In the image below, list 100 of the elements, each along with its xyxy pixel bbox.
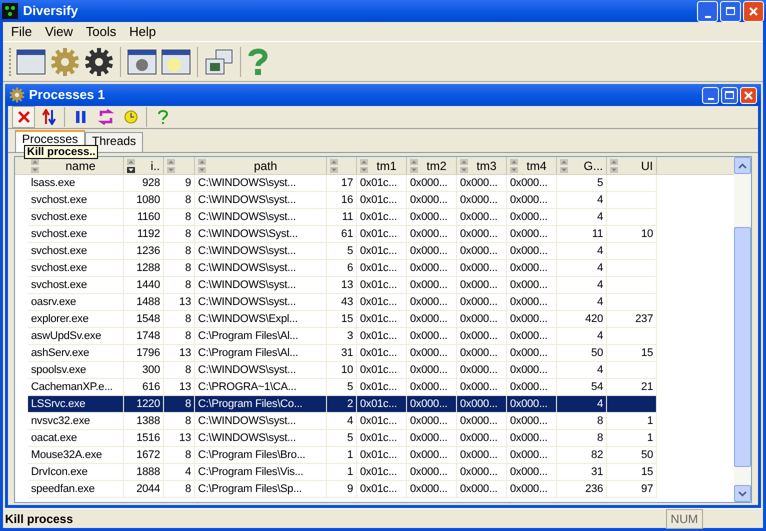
table-cell: 0x000... [457, 226, 507, 243]
table-row[interactable]: explorer.exe 1548 8 C:\WINDOWS\Expl... 15 0x01c... 0x000... 0x000... 0x000... 420 237 [15, 311, 734, 328]
column-header[interactable]: UI [607, 157, 657, 174]
scroll-down-button[interactable] [734, 485, 751, 502]
table-cell: spoolsv.exe [28, 362, 124, 379]
table-row[interactable]: svchost.exe 1080 8 C:\WINDOWS\syst... 16 0x01c... 0x000... 0x000... 0x000... 4 [15, 192, 734, 209]
maximize-button[interactable] [720, 0, 741, 22]
table-cell: C:\WINDOWS\syst... [195, 413, 327, 430]
table-cell: speedfan.exe [28, 481, 124, 498]
menu-item[interactable]: File [5, 22, 38, 42]
table-row[interactable]: oasrv.exe 1488 13 C:\WINDOWS\syst... 43 0x01c... 0x000... 0x000... 0x000... 4 [15, 294, 734, 311]
column-header[interactable]: G... [557, 157, 607, 174]
table-row[interactable]: nvsvc32.exe 1388 8 C:\WINDOWS\syst... 4 0x01c... 0x000... 0x000... 0x000... 8 1 [15, 413, 734, 430]
column-header[interactable]: tm3 [457, 157, 507, 174]
table-cell: 0x000... [407, 294, 457, 311]
table-row[interactable]: svchost.exe 1160 8 C:\WINDOWS\syst... 11 0x01c... 0x000... 0x000... 0x000... 4 [15, 209, 734, 226]
table-cell: 17 [327, 175, 357, 192]
table-cell: oasrv.exe [28, 294, 124, 311]
close-icon [744, 90, 753, 100]
table-cell: 0x000... [407, 243, 457, 260]
table-cell: 0x000... [507, 362, 557, 379]
table-row[interactable]: svchost.exe 1236 8 C:\WINDOWS\syst... 5 0x01c... 0x000... 0x000... 0x000... 4 [15, 243, 734, 260]
table-cell: C:\WINDOWS\syst... [195, 362, 327, 379]
table-cell: 0x000... [507, 260, 557, 277]
window-bulb-icon[interactable] [161, 48, 191, 76]
column-header[interactable]: tm2 [407, 157, 457, 174]
scroll-up-button[interactable] [734, 157, 751, 174]
table-cell: 0x000... [407, 192, 457, 209]
table-cell: 97 [607, 481, 657, 498]
table-cell: 4 [557, 209, 607, 226]
table-cell: 0x000... [457, 345, 507, 362]
column-header[interactable] [327, 157, 357, 174]
column-header[interactable]: name [28, 157, 124, 174]
table-cell: 0x000... [507, 311, 557, 328]
table-row[interactable]: svchost.exe 1192 8 C:\WINDOWS\Syst... 61 0x01c... 0x000... 0x000... 0x000... 11 10 [15, 226, 734, 243]
table-cell: 1236 [124, 243, 164, 260]
minimize-button[interactable] [697, 0, 718, 22]
table-cell: 1672 [124, 447, 164, 464]
table-cell: 1 [607, 430, 657, 447]
help-icon[interactable] [247, 46, 269, 76]
table-row[interactable]: spoolsv.exe 300 8 C:\WINDOWS\syst... 10 0x01c... 0x000... 0x000... 0x000... 4 [15, 362, 734, 379]
gear-icon[interactable] [84, 46, 114, 76]
table-row[interactable]: svchost.exe 1440 8 C:\WINDOWS\syst... 13 0x01c... 0x000... 0x000... 0x000... 4 [15, 277, 734, 294]
table-cell: 3 [327, 328, 357, 345]
table-cell: 5 [327, 430, 357, 447]
table-cell: nvsvc32.exe [28, 413, 124, 430]
table-cell: 10 [327, 362, 357, 379]
column-header[interactable]: tm4 [507, 157, 557, 174]
close-button[interactable] [743, 0, 764, 22]
menu-item[interactable]: View [38, 22, 79, 42]
table-cell: 237 [607, 311, 657, 328]
table-cell: 0x000... [507, 294, 557, 311]
column-header[interactable] [164, 157, 195, 174]
windows-icon[interactable] [204, 48, 234, 76]
scrollbar[interactable] [734, 157, 751, 502]
column-header[interactable]: i.. [124, 157, 164, 174]
minimize-button[interactable] [702, 86, 719, 104]
close-button[interactable] [740, 86, 757, 104]
table-cell: LSSrvc.exe [28, 396, 124, 413]
table-cell: 0x000... [407, 362, 457, 379]
column-header[interactable]: tm1 [357, 157, 407, 174]
table-cell: 0x01c... [357, 243, 407, 260]
window-gear-icon[interactable] [127, 48, 157, 76]
table-cell: Mouse32A.exe [28, 447, 124, 464]
table-row[interactable]: aswUpdSv.exe 1748 8 C:\Program Files\Al... 3 0x01c... 0x000... 0x000... 0x000... 4 [15, 328, 734, 345]
table-cell: 8 [164, 243, 195, 260]
table-cell: 0x000... [457, 243, 507, 260]
sort-icon[interactable] [31, 158, 39, 172]
table-cell: 13 [164, 345, 195, 362]
table-row[interactable]: lsass.exe 928 9 C:\WINDOWS\syst... 17 0x01c... 0x000... 0x000... 0x000... 5 [15, 175, 734, 192]
table-cell: 82 [557, 447, 607, 464]
table-cell: 0x000... [407, 175, 457, 192]
table-cell: C:\Program Files\Al... [195, 345, 327, 362]
table-cell: 0x000... [407, 328, 457, 345]
table-cell: C:\Program Files\Bro... [195, 447, 327, 464]
table-row[interactable]: LSSrvc.exe 1220 8 C:\Program Files\Co... 2 0x01c... 0x000... 0x000... 0x000... 4 [15, 396, 734, 413]
table-row[interactable]: ashServ.exe 1796 13 C:\Program Files\Al... 31 0x01c... 0x000... 0x000... 0x000... 50 15 [15, 345, 734, 362]
table-cell: 1888 [124, 464, 164, 481]
menu-item[interactable]: Help [123, 22, 162, 42]
window-icon[interactable] [16, 48, 46, 76]
table-cell: 0x000... [457, 209, 507, 226]
table-cell: 8 [164, 209, 195, 226]
column-header[interactable]: path [195, 157, 327, 174]
table-cell: 8 [164, 192, 195, 209]
table-row[interactable]: Mouse32A.exe 1672 8 C:\Program Files\Bro... 1 0x01c... 0x000... 0x000... 0x000... 82 50 [15, 447, 734, 464]
toolbar-button[interactable] [12, 106, 35, 128]
table-cell: 0x000... [407, 209, 457, 226]
table-cell: 0x01c... [357, 260, 407, 277]
maximize-button[interactable] [721, 86, 738, 104]
table-row[interactable]: svchost.exe 1288 8 C:\WINDOWS\syst... 6 0x01c... 0x000... 0x000... 0x000... 4 [15, 260, 734, 277]
table-cell: 1288 [124, 260, 164, 277]
table-cell: 0x000... [457, 396, 507, 413]
table-row[interactable]: oacat.exe 1516 13 C:\WINDOWS\syst... 5 0x01c... 0x000... 0x000... 0x000... 8 1 [15, 430, 734, 447]
table-row[interactable]: DrvIcon.exe 1888 4 C:\Program Files\Vis... 1 0x01c... 0x000... 0x000... 0x000... 31 15 [15, 464, 734, 481]
menu-item[interactable]: Tools [80, 22, 122, 42]
table-cell: C:\Program Files\Co... [195, 396, 327, 413]
table-cell: 4 [164, 464, 195, 481]
sort-icon[interactable] [127, 158, 135, 172]
table-row[interactable]: speedfan.exe 2044 8 C:\Program Files\Sp... 9 0x01c... 0x000... 0x000... 0x000... 236 97 [15, 481, 734, 498]
scroll-thumb[interactable] [734, 227, 751, 467]
